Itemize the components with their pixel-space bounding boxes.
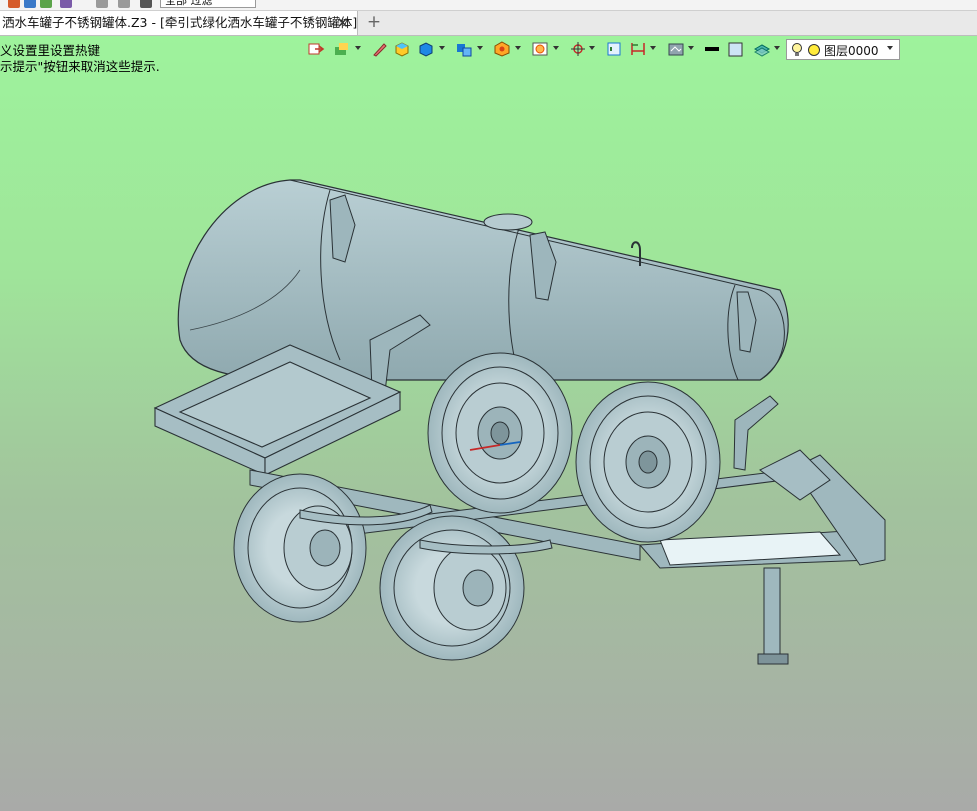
trailer-tank-model[interactable] — [0, 36, 977, 811]
redo-icon[interactable] — [118, 0, 130, 8]
save-as-icon[interactable] — [40, 0, 52, 8]
print-icon[interactable] — [60, 0, 72, 8]
filter-icon[interactable] — [140, 0, 152, 8]
wheel-front-left — [427, 352, 573, 514]
3d-viewport[interactable]: 义设置里设置热键 示提示"按钮来取消这些提示. 图层0000 — [0, 36, 977, 811]
undo-icon[interactable] — [96, 0, 108, 8]
wheel-front-right — [575, 381, 721, 543]
new-tab-button[interactable]: + — [364, 11, 384, 35]
quick-access-toolbar: 全部 过滤 — [0, 0, 977, 11]
wheel-rear-right — [379, 515, 525, 661]
document-tab[interactable]: 洒水车罐子不锈钢罐体.Z3 - [牵引式绿化洒水车罐子不锈钢罐体] ✕ — [0, 11, 358, 35]
save-file-icon[interactable] — [24, 0, 36, 8]
filter-combo[interactable]: 全部 过滤 — [160, 0, 256, 8]
wheel-rear-left — [233, 473, 367, 623]
open-file-icon[interactable] — [8, 0, 20, 8]
document-tab-bar: 洒水车罐子不锈钢罐体.Z3 - [牵引式绿化洒水车罐子不锈钢罐体] ✕ + — [0, 11, 977, 36]
close-tab-icon[interactable]: ✕ — [336, 11, 349, 35]
document-tab-title: 洒水车罐子不锈钢罐体.Z3 - [牵引式绿化洒水车罐子不锈钢罐体] — [2, 15, 358, 30]
tank-body — [177, 179, 789, 381]
